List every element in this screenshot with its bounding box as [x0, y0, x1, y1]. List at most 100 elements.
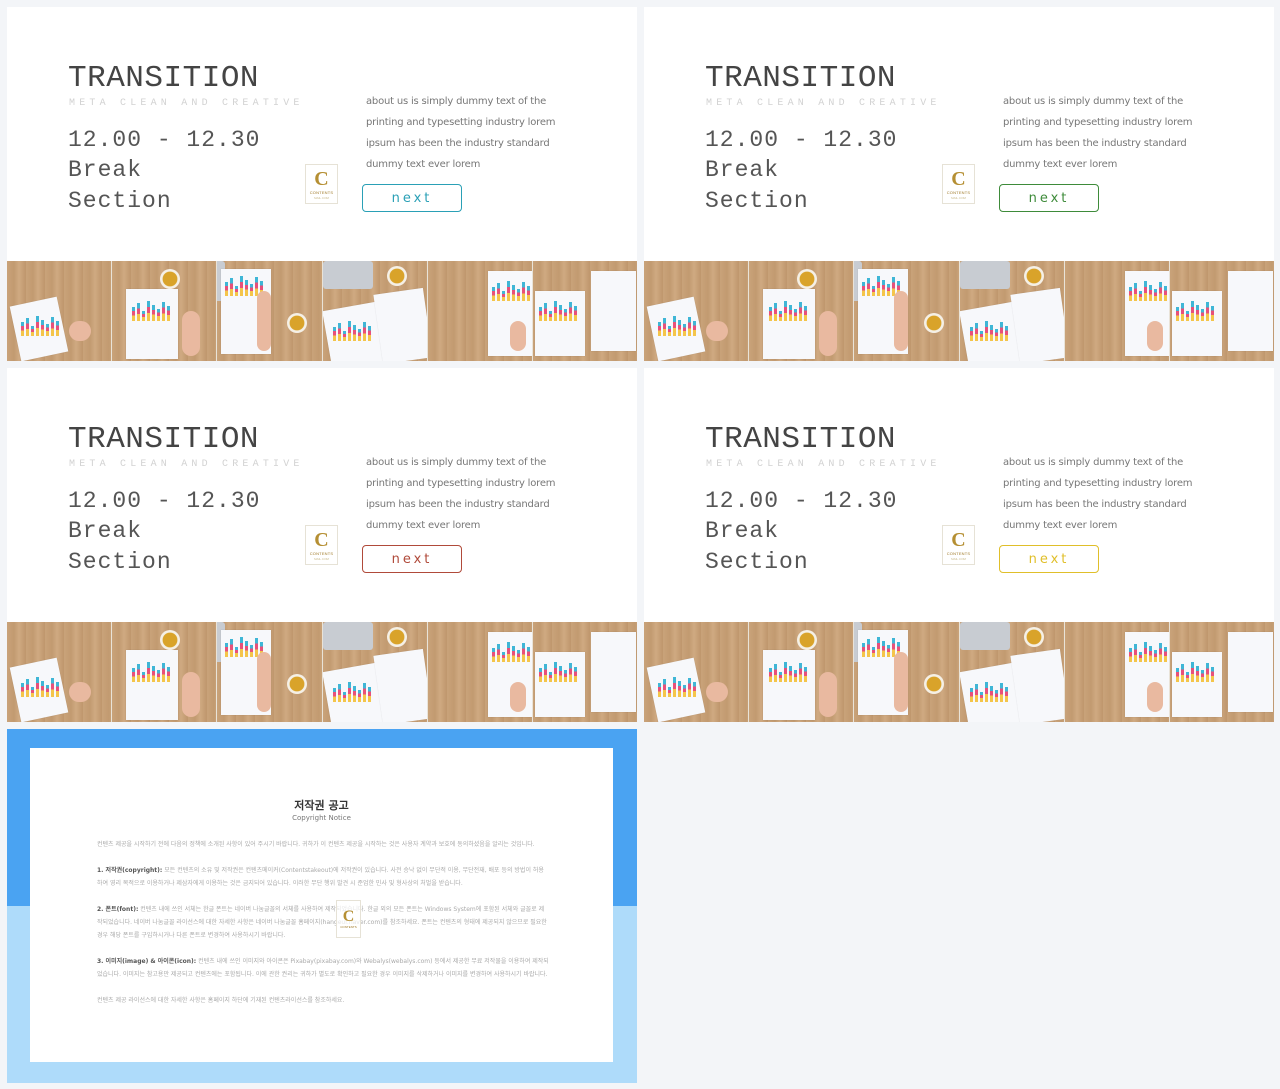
desk-photo-tile: [1169, 261, 1274, 361]
bar-chart-image: [538, 301, 577, 321]
desk-photo-tile: [322, 622, 428, 722]
logo-letter: C: [342, 908, 355, 925]
slide-subtitle: META CLEAN AND CREATIVE: [69, 98, 304, 109]
hand-image: [706, 321, 728, 341]
slide-title: TRANSITION: [68, 422, 260, 457]
desk-photo-tile: [7, 261, 113, 361]
slide-3: TRANSITION META CLEAN AND CREATIVE 12.00…: [7, 368, 637, 722]
time-range: 12.00 - 12.30: [68, 488, 261, 514]
contents-logo: C CONTENTS MAIL.COM: [942, 525, 975, 565]
desk-photo-tile: [749, 261, 855, 361]
notice-body: 컨텐츠 제공을 시작하기 전에 다음의 정책에 소개된 사항이 있어 주시기 바…: [97, 838, 549, 1020]
notice-card: 저작권 공고 Copyright Notice 컨텐츠 제공을 시작하기 전에 …: [30, 748, 613, 1062]
hand-image: [509, 682, 526, 712]
hand-image: [1146, 321, 1163, 351]
bar-chart-image: [1175, 301, 1214, 321]
coffee-cup-image: [386, 266, 407, 286]
about-text: about us is simply dummy text of the pri…: [1003, 457, 1193, 531]
next-button[interactable]: next: [362, 184, 462, 212]
bar-chart-image: [491, 642, 530, 662]
bar-chart-image: [1175, 662, 1214, 682]
bar-chart-image: [969, 321, 1008, 341]
about-text: about us is simply dummy text of the pri…: [366, 96, 556, 170]
desk-photo-tile: [217, 261, 323, 361]
bar-chart-image: [538, 662, 577, 682]
desk-photo-tile: [1064, 261, 1170, 361]
section-label-line2: Section: [68, 549, 172, 575]
chart-paper-image: [1227, 271, 1273, 351]
bar-chart-image: [969, 682, 1008, 702]
chart-paper-image: [1009, 648, 1064, 722]
slide-title: TRANSITION: [705, 61, 897, 96]
bar-chart-image: [132, 301, 171, 321]
notice-footer: 컨텐츠 제공 라이선스에 대한 자세한 사항은 홈페이지 하단에 기재된 컨텐츠…: [97, 997, 345, 1004]
desk-photo-tile: [322, 261, 428, 361]
about-text: about us is simply dummy text of the pri…: [1003, 96, 1193, 170]
desk-photo-tile: [112, 261, 218, 361]
section-text: 컨텐츠 내에 쓰인 서체는 한글 폰트는 네이버 나눔글꼴의 서체를 사용하여 …: [97, 906, 547, 939]
slide-subtitle: META CLEAN AND CREATIVE: [69, 459, 304, 470]
desk-photo-tile: [427, 261, 533, 361]
next-button[interactable]: next: [362, 545, 462, 573]
slide-4: TRANSITION META CLEAN AND CREATIVE 12.00…: [644, 368, 1274, 722]
logo-text: CONTENTS: [946, 550, 971, 556]
logo-letter: C: [314, 528, 329, 551]
logo-subtext: MAIL.COM: [314, 556, 329, 561]
slide-title: TRANSITION: [68, 61, 260, 96]
chart-paper-image: [590, 271, 636, 351]
bar-chart-image: [658, 677, 696, 697]
chart-paper-image: [1009, 287, 1064, 361]
bar-chart-image: [491, 281, 530, 301]
section-label-line1: Break: [68, 157, 143, 183]
contents-logo: C CONTENTS MAIL.COM: [942, 164, 975, 204]
desk-photo-tile: [1064, 622, 1170, 722]
logo-letter: C: [314, 167, 329, 190]
slide-subtitle: META CLEAN AND CREATIVE: [706, 459, 941, 470]
hand-image: [819, 672, 838, 717]
section-text: 모든 컨텐츠의 소유 및 저작권은 컨텐츠메이커(Contentstakeout…: [97, 867, 544, 887]
chart-paper-image: [372, 648, 427, 722]
chart-paper-image: [763, 289, 816, 359]
notice-section-font: 2. 폰트(font): 컨텐츠 내에 쓰인 서체는 한글 폰트는 네이버 나눔…: [97, 903, 549, 942]
bar-chart-image: [21, 316, 59, 336]
desk-photo-tile: [217, 622, 323, 722]
logo-text: CONTENTS: [309, 550, 334, 556]
desk-photo-tile: [1169, 622, 1274, 722]
desk-photo-tile: [7, 622, 113, 722]
desk-photo-tile: [749, 622, 855, 722]
bar-chart-image: [332, 321, 371, 341]
logo-subtext: MAIL.COM: [314, 195, 329, 200]
chart-paper-image: [1227, 632, 1273, 712]
hand-image: [706, 682, 728, 702]
hand-image: [1146, 682, 1163, 712]
hand-image: [257, 652, 272, 712]
chart-paper-image: [763, 650, 816, 720]
desk-photo-tile: [532, 261, 637, 361]
logo-text: CONTENTS: [946, 189, 971, 195]
desk-photo-tile: [854, 261, 960, 361]
desk-photo-tile: [959, 261, 1065, 361]
bar-chart-image: [658, 316, 696, 336]
section-label-line1: Break: [705, 518, 780, 544]
logo-text: CONTENTS: [340, 925, 357, 929]
bar-chart-image: [1128, 281, 1167, 301]
next-button[interactable]: next: [999, 545, 1099, 573]
desk-photo-tile: [854, 622, 960, 722]
contents-logo: C CONTENTS: [336, 900, 361, 938]
time-range: 12.00 - 12.30: [705, 127, 898, 153]
bar-chart-image: [132, 662, 171, 682]
photo-strip: [644, 622, 1274, 722]
laptop-image: [322, 261, 373, 289]
desk-photo-tile: [959, 622, 1065, 722]
hand-image: [257, 291, 272, 351]
desk-photo-tile: [644, 261, 750, 361]
bar-chart-image: [769, 301, 808, 321]
next-button[interactable]: next: [999, 184, 1099, 212]
photo-strip: [7, 261, 637, 361]
bar-chart-image: [769, 662, 808, 682]
hand-image: [69, 321, 91, 341]
logo-subtext: MAIL.COM: [951, 556, 966, 561]
logo-text: CONTENTS: [309, 189, 334, 195]
desk-photo-tile: [644, 622, 750, 722]
section-label-line2: Section: [68, 188, 172, 214]
